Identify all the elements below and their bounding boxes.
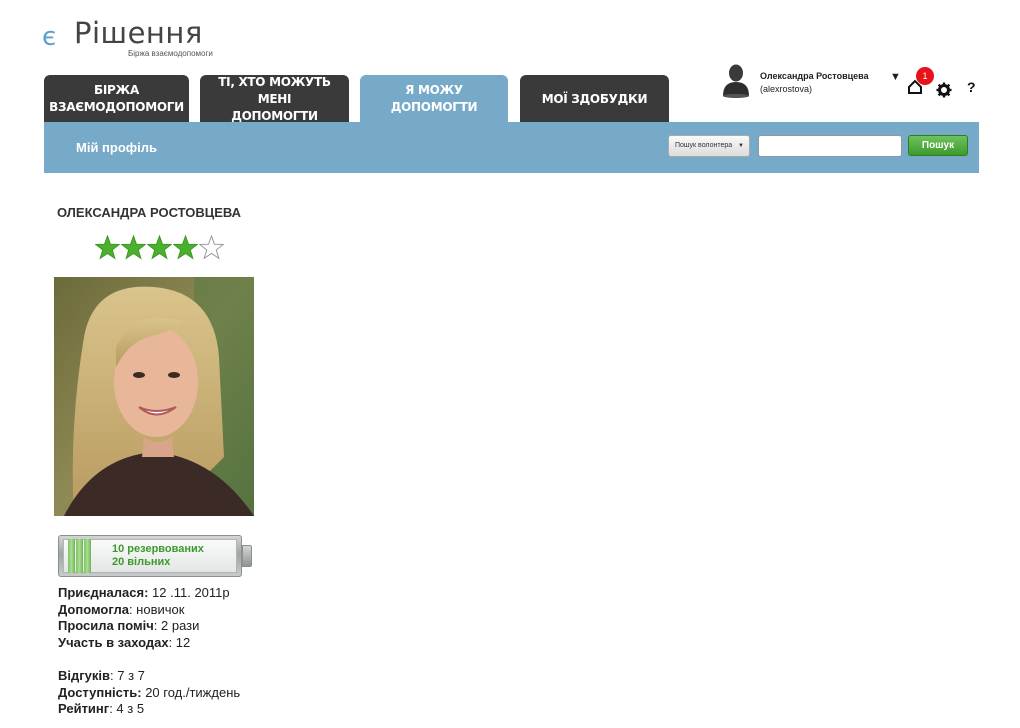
stat-asked-help: Просила поміч: 2 рази [58, 618, 200, 633]
profile-photo [54, 277, 254, 516]
tab-label: ТІ, ХТО МОЖУТЬ МЕНІ [218, 74, 331, 106]
logo-prefix: є [42, 22, 57, 52]
star-filled-icon [121, 235, 146, 260]
stat-availability: Доступність: 20 год./тиждень [58, 684, 241, 700]
stat-joined: Приєдналася: 12 .11. 2011р [58, 585, 230, 600]
star-filled-icon [95, 235, 120, 260]
user-name: Олександра Ростовцева [760, 71, 869, 81]
user-info[interactable]: Олександра Ростовцева (alexrostova) [760, 70, 869, 96]
battery-free: 20 вільних [112, 556, 171, 568]
tab-label: БІРЖА [94, 83, 139, 97]
stat-rating: Рейтинг: 4 з 5 [58, 701, 145, 716]
battery-cell [68, 539, 75, 573]
rating-stars [95, 235, 224, 260]
profile-name: ОЛЕКСАНДРА РОСТОВЦЕВА [57, 205, 242, 220]
battery-tip [242, 545, 252, 567]
tab-label: ВЗАЄМОДОПОМОГИ [49, 100, 184, 114]
notification-badge[interactable]: 1 [916, 67, 934, 85]
search-type-select[interactable]: Пошук волонтера ▼ [668, 135, 750, 157]
star-filled-icon [147, 235, 172, 260]
tab-label: Я МОЖУ ДОПОМОГТИ [390, 83, 478, 114]
tab-i-can-help[interactable]: Я МОЖУ ДОПОМОГТИ [360, 75, 508, 123]
site-logo[interactable]: є Рішення Біржа взаємодопомоги [42, 16, 232, 62]
tab-exchange[interactable]: БІРЖА ВЗАЄМОДОПОМОГИ [44, 75, 189, 123]
help-icon[interactable]: ? [967, 79, 976, 95]
battery-label: 10 резервованих 20 вільних [112, 543, 204, 569]
user-login: (alexrostova) [760, 84, 813, 94]
battery-reserved: 10 резервованих [112, 543, 204, 555]
profile-toolbar: Мій профіль Пошук волонтера ▼ Пошук [44, 122, 979, 173]
battery-cell [84, 539, 91, 573]
gear-icon[interactable] [936, 82, 952, 98]
battery-cell [76, 539, 83, 573]
logo-tagline: Біржа взаємодопомоги [128, 49, 213, 58]
search-input[interactable] [758, 135, 902, 157]
profile-stats: Приєдналася: 12 .11. 2011р Допомогла: но… [58, 585, 240, 718]
star-filled-icon [173, 235, 198, 260]
tab-label: ДОПОМОГТИ [231, 108, 318, 123]
stat-events: Участь в заходах: 12 [58, 634, 191, 650]
my-profile-link[interactable]: Мій профіль [76, 140, 157, 155]
tab-my-achievements[interactable]: МОЇ ЗДОБУДКИ [520, 75, 669, 123]
chevron-down-icon: ▼ [738, 143, 744, 149]
stat-reviews: Відгуків: 7 з 7 [58, 668, 145, 683]
tab-who-can-help-me[interactable]: ТІ, ХТО МОЖУТЬ МЕНІ ДОПОМОГТИ [200, 75, 349, 123]
user-avatar-icon[interactable] [721, 62, 751, 98]
search-type-value: Пошук волонтера [675, 142, 733, 149]
star-empty-icon [199, 235, 224, 260]
search-button[interactable]: Пошук [908, 135, 968, 156]
user-menu-arrow-icon[interactable]: ▼ [890, 71, 901, 83]
availability-battery: 10 резервованих 20 вільних [58, 535, 254, 577]
tab-label: МОЇ ЗДОБУДКИ [541, 91, 648, 106]
logo-name: Рішення [74, 16, 203, 50]
stat-helped: Допомогла: новичок [58, 601, 185, 617]
